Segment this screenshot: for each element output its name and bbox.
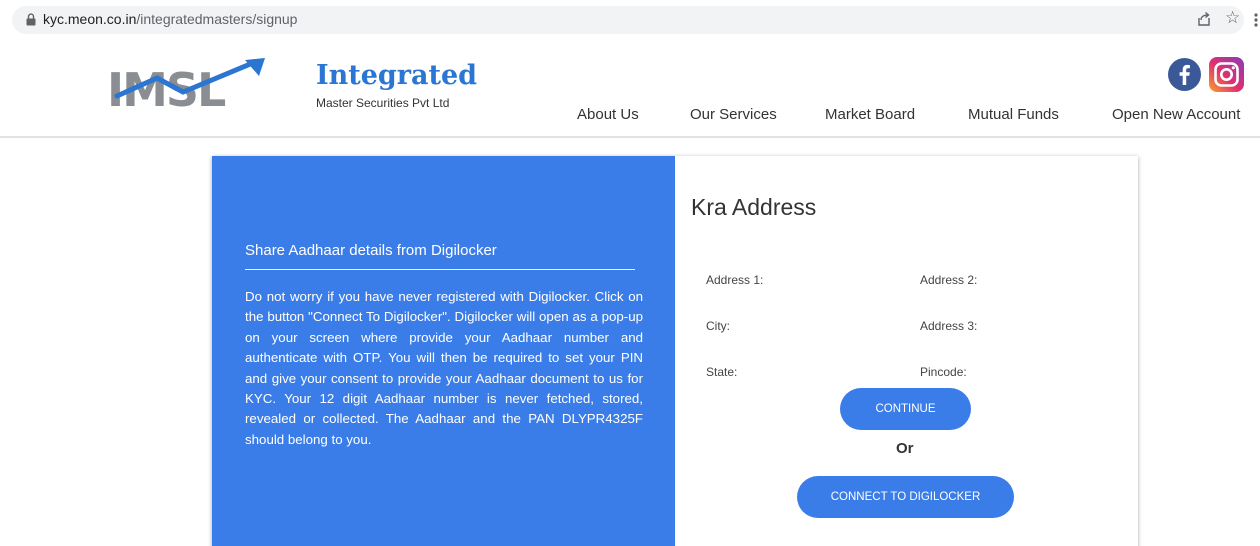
address1-label: Address 1: — [706, 273, 764, 287]
kra-address-panel: Kra Address Address 1: Address 2: City: … — [675, 156, 1138, 546]
facebook-icon[interactable] — [1168, 58, 1201, 91]
divider — [245, 269, 635, 270]
digilocker-info-text: Do not worry if you have never registere… — [245, 289, 643, 447]
pincode-label: Pincode: — [920, 365, 967, 379]
nav-open-new-account[interactable]: Open New Account — [1112, 106, 1240, 123]
share-icon[interactable] — [1196, 11, 1212, 27]
address2-label: Address 2: — [920, 273, 978, 287]
city-label: City: — [706, 319, 730, 333]
state-label: State: — [706, 365, 738, 379]
site-header: IMSL Integrated Master Securities Pvt Lt… — [0, 40, 1260, 138]
or-separator: Or — [896, 440, 914, 457]
nav-about-us[interactable]: About Us — [577, 106, 639, 123]
address3-label: Address 3: — [920, 319, 978, 333]
nav-market-board[interactable]: Market Board — [825, 106, 915, 123]
digilocker-info-panel: Share Aadhaar details from Digilocker Do… — [212, 156, 675, 546]
imsl-logo[interactable]: IMSL — [105, 56, 275, 114]
nav-our-services[interactable]: Our Services — [690, 106, 777, 123]
url-text[interactable]: kyc.meon.co.in/integratedmasters/signup — [43, 11, 297, 27]
continue-button[interactable]: CONTINUE — [840, 388, 971, 430]
lock-icon[interactable] — [26, 13, 36, 26]
instagram-icon[interactable] — [1209, 57, 1244, 92]
logo-text: IMSL — [107, 63, 226, 114]
url-path: /integratedmasters/signup — [136, 11, 298, 27]
digilocker-info-title: Share Aadhaar details from Digilocker — [245, 242, 497, 259]
brand-subtitle: Master Securities Pvt Ltd — [316, 96, 450, 110]
kra-address-title: Kra Address — [691, 194, 817, 220]
url-domain: kyc.meon.co.in — [43, 11, 137, 27]
kyc-card: Share Aadhaar details from Digilocker Do… — [212, 156, 1138, 546]
nav-mutual-funds[interactable]: Mutual Funds — [968, 106, 1059, 123]
more-icon[interactable] — [1254, 12, 1258, 28]
star-icon[interactable]: ☆ — [1225, 8, 1240, 28]
connect-to-digilocker-button[interactable]: CONNECT TO DIGILOCKER — [797, 476, 1014, 518]
browser-address-bar: kyc.meon.co.in/integratedmasters/signup … — [0, 0, 1260, 40]
brand-title: Integrated — [316, 60, 478, 91]
